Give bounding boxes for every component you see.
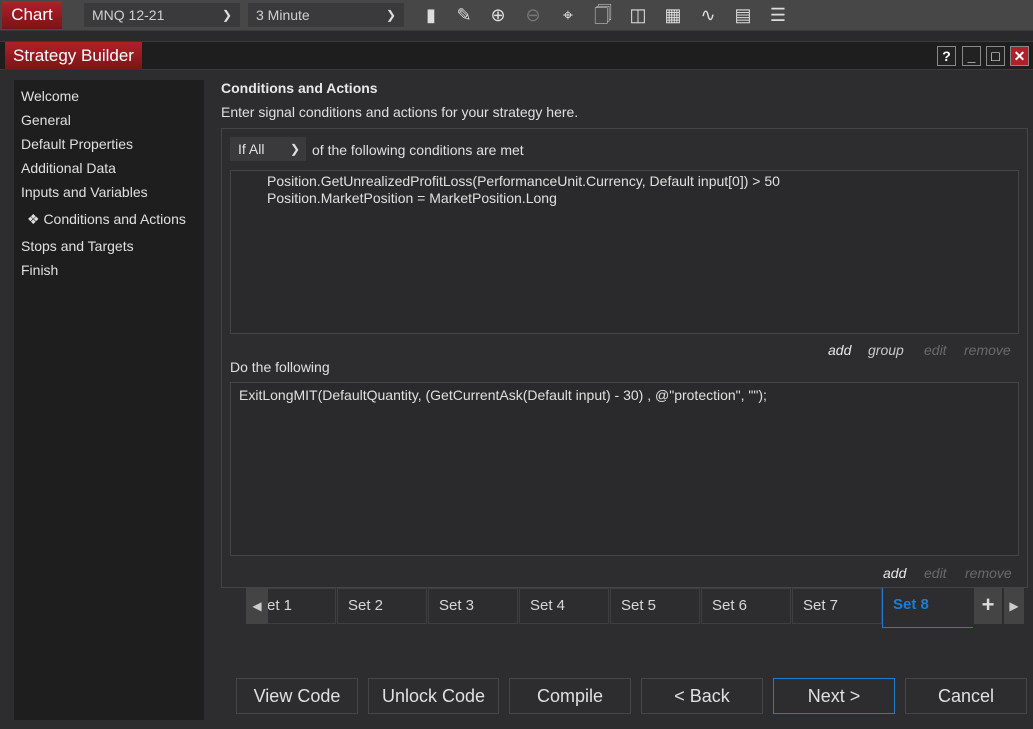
minimize-button[interactable]: _ <box>962 46 981 66</box>
remove-condition-link[interactable]: remove <box>964 342 1011 358</box>
sidebar-item-default-properties[interactable]: Default Properties <box>21 136 133 152</box>
unlock-code-button[interactable]: Unlock Code <box>368 678 499 714</box>
scroll-left-icon[interactable]: ◀ <box>246 588 268 624</box>
compile-button[interactable]: Compile <box>509 678 631 714</box>
tab-set-3[interactable]: Set 3 <box>428 588 518 624</box>
edit-condition-link[interactable]: edit <box>924 342 947 358</box>
sidebar-item-inputs-variables[interactable]: Inputs and Variables <box>21 184 148 200</box>
chevron-down-icon: ❯ <box>289 142 300 156</box>
crosshair-icon[interactable]: ⌖ <box>557 4 579 26</box>
condition-mode-value: If All <box>238 141 265 157</box>
sidebar-item-stops-targets[interactable]: Stops and Targets <box>21 238 134 254</box>
page-title: Conditions and Actions <box>221 80 378 96</box>
add-action-link[interactable]: add <box>883 565 906 581</box>
window-title: Strategy Builder <box>5 42 142 70</box>
next-button[interactable]: Next > <box>773 678 895 714</box>
interval-selector[interactable]: 3 Minute ❯ <box>248 3 404 27</box>
zoom-in-icon[interactable]: ⊕ <box>487 4 509 26</box>
tab-set-4[interactable]: Set 4 <box>519 588 609 624</box>
strategies-icon[interactable]: ∿ <box>697 4 719 26</box>
add-set-button[interactable]: + <box>974 588 1002 624</box>
condition-mode-select[interactable]: If All ❯ <box>230 137 306 161</box>
chart-trader-icon[interactable]: ◫ <box>627 4 649 26</box>
chevron-down-icon: ❯ <box>385 8 396 22</box>
group-condition-link[interactable]: group <box>868 342 904 358</box>
edit-action-link[interactable]: edit <box>924 565 947 581</box>
cancel-button[interactable]: Cancel <box>905 678 1027 714</box>
scroll-right-icon[interactable]: ▶ <box>1004 588 1024 624</box>
data-box-icon[interactable]: 🗍 <box>592 4 614 26</box>
wizard-sidebar: Welcome General Default Properties Addit… <box>14 80 204 720</box>
chart-toolbar: Chart MNQ 12-21 ❯ 3 Minute ❯ ▮ ✎ ⊕ ⊖ ⌖ 🗍 ◫… <box>0 0 1033 30</box>
close-button[interactable]: ✕ <box>1010 46 1029 66</box>
set-panel: If All ❯ of the following conditions are … <box>221 128 1028 588</box>
drawing-tool-icon[interactable]: ✎ <box>453 4 475 26</box>
tab-set-2[interactable]: Set 2 <box>337 588 427 624</box>
bar-type-icon[interactable]: ▮ <box>420 4 442 26</box>
chevron-down-icon: ❯ <box>221 8 232 22</box>
tab-set-7[interactable]: Set 7 <box>792 588 882 624</box>
actions-list[interactable]: ExitLongMIT(DefaultQuantity, (GetCurrent… <box>230 382 1019 556</box>
back-button[interactable]: < Back <box>641 678 763 714</box>
properties-icon[interactable]: ▤ <box>732 4 754 26</box>
instrument-selector[interactable]: MNQ 12-21 ❯ <box>84 3 240 27</box>
condition-item[interactable]: Position.MarketPosition = MarketPosition… <box>267 190 557 207</box>
action-item[interactable]: ExitLongMIT(DefaultQuantity, (GetCurrent… <box>239 387 767 404</box>
conditions-list[interactable]: Position.GetUnrealizedProfitLoss(Perform… <box>230 170 1019 334</box>
actions-label: Do the following <box>230 359 330 375</box>
condition-mode-label: of the following conditions are met <box>312 142 524 158</box>
tab-set-8[interactable]: Set 8 <box>882 588 973 628</box>
page-subtitle: Enter signal conditions and actions for … <box>221 104 579 120</box>
instrument-value: MNQ 12-21 <box>92 7 165 23</box>
remove-action-link[interactable]: remove <box>965 565 1012 581</box>
maximize-button[interactable]: □ <box>986 46 1005 66</box>
window-titlebar: Strategy Builder ? _ □ ✕ <box>0 42 1033 70</box>
condition-item[interactable]: Position.GetUnrealizedProfitLoss(Perform… <box>267 173 780 190</box>
sidebar-item-conditions-actions[interactable]: ❖ Conditions and Actions <box>27 211 186 228</box>
help-button[interactable]: ? <box>937 46 956 66</box>
sidebar-item-welcome[interactable]: Welcome <box>21 88 79 104</box>
add-condition-link[interactable]: add <box>828 342 851 358</box>
tab-set-6[interactable]: Set 6 <box>701 588 791 624</box>
sidebar-item-general[interactable]: General <box>21 112 71 128</box>
tab-set-5[interactable]: Set 5 <box>610 588 700 624</box>
templates-icon[interactable]: ☰ <box>767 4 789 26</box>
zoom-out-icon[interactable]: ⊖ <box>522 4 544 26</box>
sidebar-item-additional-data[interactable]: Additional Data <box>21 160 116 176</box>
chart-strip <box>0 30 1033 42</box>
sidebar-item-finish[interactable]: Finish <box>21 262 58 278</box>
interval-value: 3 Minute <box>256 7 310 23</box>
chart-tab[interactable]: Chart <box>2 1 62 29</box>
indicators-icon[interactable]: ▦ <box>662 4 684 26</box>
view-code-button[interactable]: View Code <box>236 678 358 714</box>
